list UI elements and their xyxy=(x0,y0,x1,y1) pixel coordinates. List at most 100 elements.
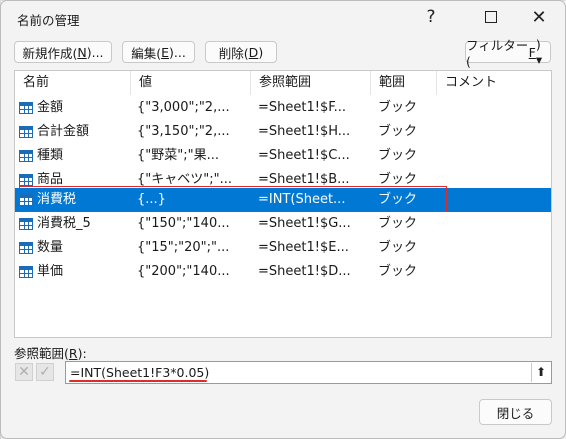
delete-button[interactable]: 削除(D) xyxy=(205,41,277,63)
cell-scope: ブック xyxy=(378,100,418,115)
cell-name: 単価 xyxy=(15,260,135,284)
table-row[interactable]: 合計金額 {"3,150";"2,... =Sheet1!$H... ブック xyxy=(15,120,551,144)
cell-scope: ブック xyxy=(378,148,418,163)
cell-name: 種類 xyxy=(15,144,135,168)
table-name-icon xyxy=(19,102,33,114)
delete-button-key: D xyxy=(248,44,259,60)
cell-comment xyxy=(442,96,550,120)
cell-scope: ブック xyxy=(378,124,418,139)
cell-name: 合計金額 xyxy=(15,120,135,144)
close-button-label: 閉じる xyxy=(496,405,535,421)
header-value[interactable]: 値 xyxy=(131,71,251,95)
name-manager-dialog: 名前の管理 ? ✕ 新規作成(N)... 編集(E)... 削除(D) フィルタ… xyxy=(0,0,566,439)
maximize-button[interactable] xyxy=(473,5,509,29)
reference-label: 参照範囲(R): xyxy=(14,343,87,362)
cell-value: {"15";"20";"... xyxy=(137,240,230,255)
cell-value: {"200";"140... xyxy=(137,264,230,279)
cell-reference: =Sheet1!$G... xyxy=(258,216,351,231)
table-name-icon xyxy=(19,174,33,186)
new-button-key: N xyxy=(77,44,87,60)
table-row[interactable]: 数量 {"15";"20";"... =Sheet1!$E... ブック xyxy=(15,236,551,260)
name-text: 金額 xyxy=(37,100,64,115)
header-scope[interactable]: 範囲 xyxy=(371,71,437,95)
reference-input[interactable]: =INT(Sheet1!F3*0.05) ⬆ xyxy=(65,361,552,384)
cell-comment xyxy=(442,144,550,168)
filter-button-label: フィルター( xyxy=(466,38,529,69)
edit-button[interactable]: 編集(E)... xyxy=(122,41,195,63)
cell-value: {"3,150";"2,... xyxy=(137,124,230,139)
help-icon: ? xyxy=(426,7,436,27)
check-icon: ✓ xyxy=(39,364,51,380)
delete-button-suffix: ) xyxy=(258,44,264,60)
header-comment[interactable]: コメント xyxy=(437,71,551,95)
edit-button-key: E xyxy=(161,44,169,60)
edit-button-suffix: )... xyxy=(169,44,186,60)
cell-value: {"150";"140... xyxy=(137,216,230,231)
cell-comment xyxy=(442,212,550,236)
header-name[interactable]: 名前 xyxy=(15,71,131,95)
cell-comment xyxy=(442,120,550,144)
table-name-icon xyxy=(19,126,33,138)
table-name-icon xyxy=(19,266,33,278)
table-name-icon xyxy=(19,218,33,230)
cancel-edit-button[interactable]: ✕ xyxy=(15,363,33,381)
close-window-button[interactable]: ✕ xyxy=(521,5,557,29)
reference-label-suffix: ): xyxy=(77,346,87,361)
cell-scope: ブック xyxy=(378,216,418,231)
cell-name: 金額 xyxy=(15,96,135,120)
reference-highlight-underline xyxy=(69,380,207,382)
list-header: 名前 値 参照範囲 範囲 コメント xyxy=(15,71,551,95)
table-row[interactable]: 消費税_5 {"150";"140... =Sheet1!$G... ブック xyxy=(15,212,551,236)
table-name-icon xyxy=(19,242,33,254)
collapse-dialog-button[interactable]: ⬆ xyxy=(531,363,550,382)
table-row[interactable]: 単価 {"200";"140... =Sheet1!$D... ブック xyxy=(15,260,551,284)
table-name-icon xyxy=(19,150,33,162)
cell-value: {"野菜";"果... xyxy=(137,148,219,163)
cell-reference: =Sheet1!$D... xyxy=(258,264,351,279)
confirm-edit-button[interactable]: ✓ xyxy=(36,363,54,381)
filter-button[interactable]: フィルター(F) ▾ xyxy=(465,37,551,69)
delete-button-label: 削除( xyxy=(218,45,249,61)
close-icon: ✕ xyxy=(531,6,547,28)
cell-scope: ブック xyxy=(378,264,418,279)
cell-comment xyxy=(442,236,550,260)
cell-comment xyxy=(442,260,550,284)
new-button[interactable]: 新規作成(N)... xyxy=(14,41,112,63)
name-text: 数量 xyxy=(37,240,64,255)
maximize-icon xyxy=(485,11,497,23)
name-text: 消費税_5 xyxy=(37,216,91,231)
cell-comment xyxy=(442,188,550,212)
table-row[interactable]: 種類 {"野菜";"果... =Sheet1!$C... ブック xyxy=(15,144,551,168)
cell-reference: =Sheet1!$E... xyxy=(258,240,349,255)
collapse-up-icon: ⬆ xyxy=(535,365,547,379)
reference-label-text: 参照範囲( xyxy=(14,346,69,361)
cell-reference: =Sheet1!$F... xyxy=(258,100,347,115)
cell-name: 消費税 xyxy=(15,188,135,212)
table-name-icon xyxy=(19,194,33,206)
edit-button-label: 編集( xyxy=(131,45,162,61)
close-button[interactable]: 閉じる xyxy=(479,399,552,425)
cell-value: {...} xyxy=(137,192,166,207)
cell-value: {"3,000";"2,... xyxy=(137,100,230,115)
dialog-title: 名前の管理 xyxy=(17,13,80,28)
cell-scope: ブック xyxy=(378,240,418,255)
names-list[interactable]: 名前 値 参照範囲 範囲 コメント 金額 {"3,000";"2,... =Sh… xyxy=(14,70,552,338)
cell-name: 消費税_5 xyxy=(15,212,135,236)
header-reference[interactable]: 参照範囲 xyxy=(251,71,371,95)
cell-reference: =INT(Sheet... xyxy=(258,192,346,207)
cell-name: 数量 xyxy=(15,236,135,260)
table-row[interactable]: 金額 {"3,000";"2,... =Sheet1!$F... ブック xyxy=(15,96,551,120)
cell-scope: ブック xyxy=(378,192,418,207)
filter-button-key: F xyxy=(528,44,536,60)
cancel-icon: ✕ xyxy=(18,364,30,380)
help-button[interactable]: ? xyxy=(413,5,449,29)
new-button-label: 新規作成( xyxy=(22,45,78,61)
cell-reference: =Sheet1!$H... xyxy=(258,124,351,139)
table-row-selected[interactable]: 消費税 {...} =INT(Sheet... ブック xyxy=(15,188,551,212)
cell-reference: =Sheet1!$C... xyxy=(258,148,350,163)
name-text: 単価 xyxy=(37,264,64,279)
title-bar: 名前の管理 ? ✕ xyxy=(1,1,565,35)
filter-button-suffix: ) ▾ xyxy=(535,37,543,67)
new-button-suffix: )... xyxy=(86,44,104,60)
name-text: 種類 xyxy=(37,148,64,163)
